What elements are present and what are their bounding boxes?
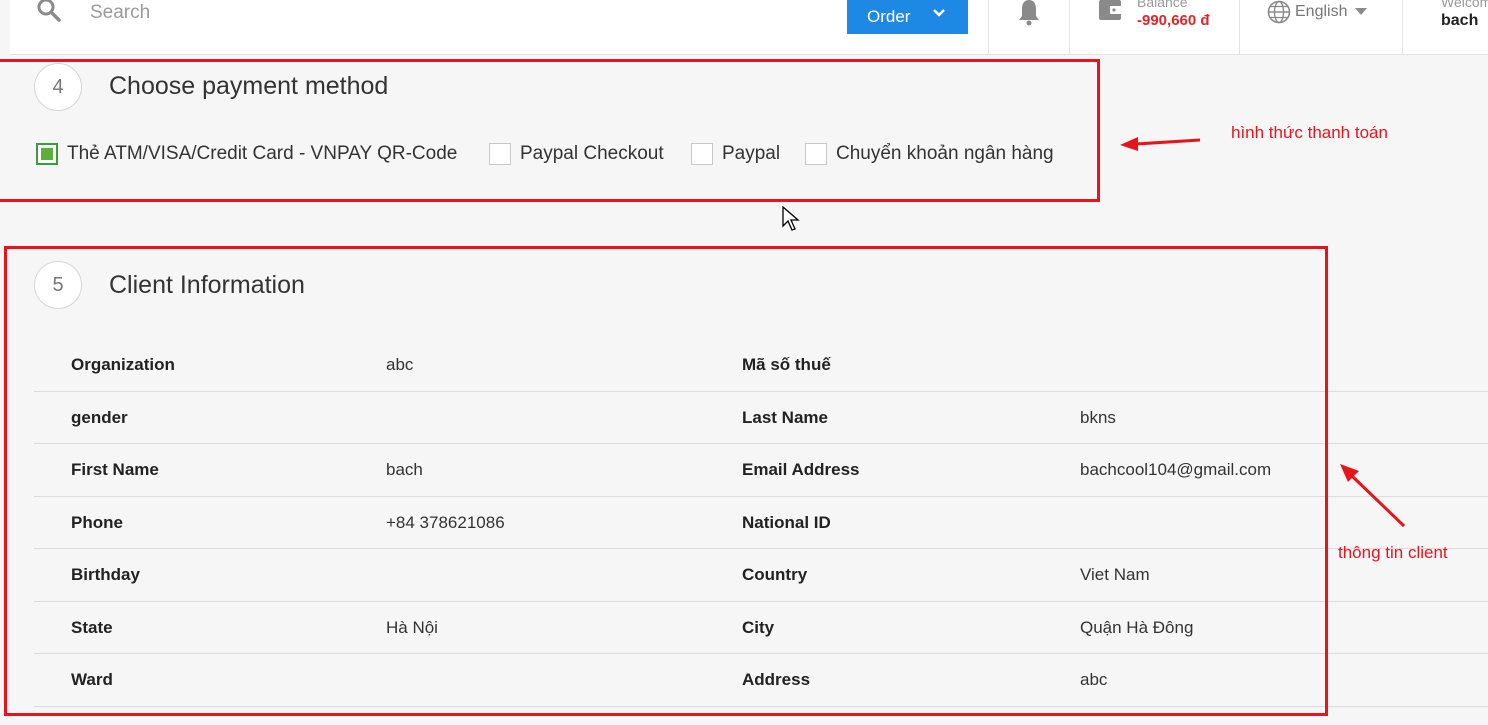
annotation-arrow-payment bbox=[1120, 137, 1201, 151]
annotation-label-payment: hình thức thanh toán bbox=[1231, 123, 1388, 142]
annotation-arrow-client bbox=[1340, 464, 1406, 528]
annotation-arrows bbox=[1120, 137, 1406, 528]
annotation-label-client: thông tin client bbox=[1338, 543, 1448, 562]
mouse-cursor-icon bbox=[782, 206, 800, 231]
